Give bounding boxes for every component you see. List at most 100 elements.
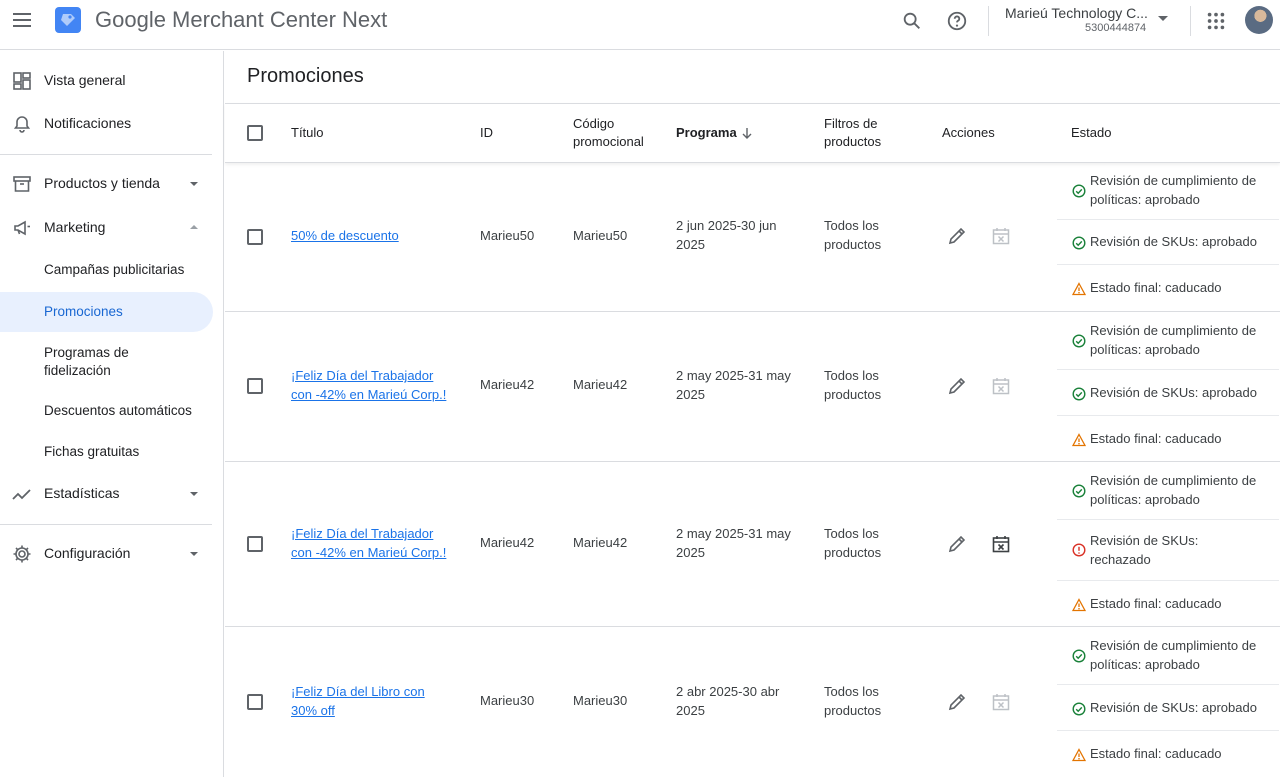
sidebar-item-vista-general[interactable]: Vista general: [0, 61, 213, 101]
warning-triangle-icon: [1072, 433, 1086, 447]
row-checkbox[interactable]: [247, 229, 263, 245]
sidebar-item-label: Configuración: [44, 545, 131, 561]
promotion-code: Marieu42: [573, 377, 628, 392]
promotion-title-link[interactable]: ¡Feliz Día del Trabajador con -42% en Ma…: [291, 367, 456, 404]
column-header-actions: Acciones: [942, 125, 995, 140]
edit-pencil-icon[interactable]: [947, 226, 967, 246]
sidebar: Vista general Notificaciones Productos y…: [0, 51, 224, 777]
arrow-down-icon[interactable]: [741, 127, 753, 139]
error-circle-icon: [1072, 543, 1086, 557]
divider: [988, 6, 989, 36]
divider: [0, 154, 212, 155]
check-circle-icon: [1072, 334, 1086, 348]
sidebar-item-label: Fichas gratuitas: [44, 444, 140, 459]
select-all-checkbox[interactable]: [247, 125, 263, 141]
promotion-code: Marieu50: [573, 228, 628, 243]
search-icon[interactable]: [901, 10, 923, 32]
divider: [1190, 6, 1191, 36]
sidebar-item-programas-de-fidelizacion[interactable]: Programas de fidelización: [0, 335, 213, 383]
check-circle-icon: [1072, 649, 1086, 663]
end-promotion-calendar-icon[interactable]: [991, 534, 1011, 554]
warning-triangle-icon: [1072, 748, 1086, 762]
status-item: Estado final: caducado: [1057, 581, 1279, 627]
promotion-schedule: 2 may 2025-31 may 2025: [676, 526, 791, 560]
account-name[interactable]: Marieú Technology C...: [1005, 5, 1150, 21]
status-item: Revisión de SKUs: rechazado: [1057, 520, 1279, 581]
edit-pencil-icon[interactable]: [947, 376, 967, 396]
menu-icon[interactable]: [10, 8, 34, 32]
promotion-title-link[interactable]: ¡Feliz Día del Trabajador con -42% en Ma…: [291, 525, 456, 562]
divider: [0, 524, 212, 525]
sidebar-item-label: Promociones: [44, 304, 123, 319]
sidebar-item-promociones[interactable]: Promociones: [0, 292, 213, 332]
status-list: Revisión de cumplimiento de políticas: a…: [1057, 462, 1279, 627]
megaphone-icon: [14, 220, 30, 236]
chevron-down-icon: [190, 552, 198, 556]
chevron-up-icon: [190, 225, 198, 229]
sidebar-item-label: Notificaciones: [44, 115, 132, 131]
column-header-code[interactable]: Código promocional: [573, 115, 653, 151]
sidebar-item-descuentos-automaticos[interactable]: Descuentos automáticos: [0, 393, 213, 429]
column-header-id[interactable]: ID: [480, 124, 493, 142]
promotion-filters: Todos los productos: [824, 368, 882, 402]
status-text: Revisión de cumplimiento de políticas: a…: [1090, 323, 1257, 357]
status-item: Revisión de SKUs: aprobado: [1057, 220, 1279, 265]
sidebar-item-campanas-publicitarias[interactable]: Campañas publicitarias: [0, 252, 213, 290]
column-header-status[interactable]: Estado: [1071, 124, 1111, 142]
sidebar-item-notificaciones[interactable]: Notificaciones: [0, 104, 213, 144]
page-title: Promociones: [247, 65, 364, 87]
sidebar-item-label: Estadísticas: [44, 485, 120, 501]
check-circle-icon: [1072, 387, 1086, 401]
avatar[interactable]: [1245, 6, 1273, 34]
end-promotion-calendar-icon: [992, 378, 1010, 395]
promotion-code: Marieu30: [573, 693, 628, 708]
table-row: ¡Feliz Día del Trabajador con -42% en Ma…: [225, 462, 1280, 627]
sidebar-item-configuracion[interactable]: Configuración: [0, 534, 213, 574]
promotion-title-link[interactable]: 50% de descuento: [291, 227, 456, 246]
chevron-down-icon: [190, 182, 198, 186]
status-item: Estado final: caducado: [1057, 265, 1279, 312]
sidebar-item-productos-y-tienda[interactable]: Productos y tienda: [0, 164, 213, 204]
edit-pencil-icon[interactable]: [947, 534, 967, 554]
column-header-schedule[interactable]: Programa: [676, 124, 737, 142]
promotion-schedule: 2 may 2025-31 may 2025: [676, 368, 791, 402]
status-text: Revisión de SKUs: rechazado: [1090, 533, 1199, 567]
status-list: Revisión de cumplimiento de políticas: a…: [1057, 312, 1279, 462]
row-checkbox[interactable]: [247, 378, 263, 394]
warning-triangle-icon: [1072, 282, 1086, 296]
row-checkbox[interactable]: [247, 694, 263, 710]
help-icon[interactable]: [946, 10, 968, 32]
promotion-filters: Todos los productos: [824, 526, 882, 560]
status-item: Estado final: caducado: [1057, 731, 1279, 777]
table-row: ¡Feliz Día del Trabajador con -42% en Ma…: [225, 312, 1280, 462]
chevron-down-icon[interactable]: [1158, 16, 1168, 21]
column-header-title[interactable]: Título: [291, 124, 324, 142]
status-text: Revisión de cumplimiento de políticas: a…: [1090, 173, 1257, 207]
column-header-filters[interactable]: Filtros de productos: [824, 115, 904, 151]
status-item: Revisión de SKUs: aprobado: [1057, 685, 1279, 731]
sidebar-item-label: Vista general: [44, 72, 126, 88]
status-text: Revisión de cumplimiento de políticas: a…: [1090, 473, 1257, 507]
sidebar-item-label: Descuentos automáticos: [44, 403, 192, 418]
sidebar-item-marketing[interactable]: Marketing: [0, 208, 213, 248]
status-item: Estado final: caducado: [1057, 416, 1279, 462]
merchant-center-logo[interactable]: [55, 7, 81, 33]
promotion-title-link[interactable]: ¡Feliz Día del Libro con 30% off: [291, 683, 441, 720]
table-header: Título ID Código promocional Programa Fi…: [225, 103, 1280, 163]
status-text: Revisión de cumplimiento de políticas: a…: [1090, 638, 1257, 672]
sidebar-item-estadisticas[interactable]: Estadísticas: [0, 474, 213, 514]
trending-line-icon: [12, 489, 31, 500]
status-item: Revisión de cumplimiento de políticas: a…: [1057, 462, 1279, 520]
row-checkbox[interactable]: [247, 536, 263, 552]
apps-grid-icon[interactable]: [1205, 10, 1227, 32]
status-text: Estado final: caducado: [1090, 280, 1222, 295]
promotion-id: Marieu30: [480, 693, 535, 708]
status-text: Estado final: caducado: [1090, 746, 1222, 761]
edit-pencil-icon[interactable]: [947, 692, 967, 712]
end-promotion-calendar-icon: [992, 228, 1010, 245]
sidebar-item-label: Campañas publicitarias: [44, 262, 185, 277]
sidebar-item-fichas-gratuitas[interactable]: Fichas gratuitas: [0, 434, 213, 470]
account-id: 5300444874: [1085, 22, 1147, 34]
promotion-schedule: 2 abr 2025-30 abr 2025: [676, 684, 780, 718]
check-circle-icon: [1072, 236, 1086, 250]
